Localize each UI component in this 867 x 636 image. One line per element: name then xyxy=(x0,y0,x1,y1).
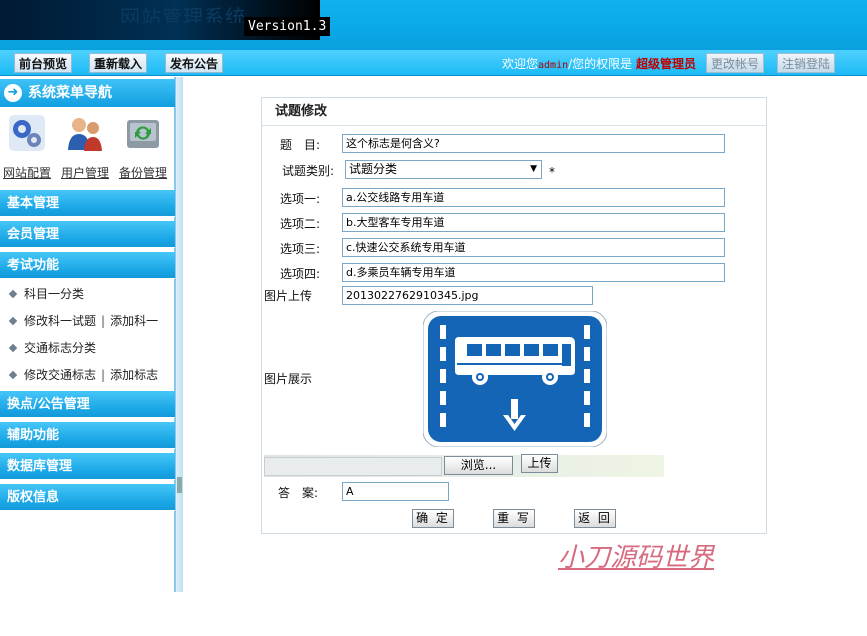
exam-item-category1[interactable]: 科目一分类 xyxy=(8,285,85,302)
back-button[interactable]: 返 回 xyxy=(574,509,616,528)
confirm-button[interactable]: 确 定 xyxy=(412,509,454,528)
welcome-prefix: 欢迎您 xyxy=(502,57,539,71)
exam-item-label: 科目一分类 xyxy=(24,287,85,301)
edit-sign-link[interactable]: 修改交通标志 xyxy=(24,368,96,382)
quick-user-manage[interactable]: 用户管理 xyxy=(60,114,110,181)
reload-button[interactable]: 重新载入 xyxy=(89,53,148,73)
separator: | xyxy=(101,314,106,328)
sidebar-splitter[interactable] xyxy=(175,77,183,592)
file-chooser-field[interactable] xyxy=(264,457,442,476)
quick-label: 用户管理 xyxy=(60,166,109,180)
required-mark: * xyxy=(549,165,555,179)
users-icon xyxy=(68,118,102,151)
question-edit-panel: 试题修改 题 目: 这个标志是何含义? 试题类别: 试题分类 ▼ * 选项一: … xyxy=(261,97,767,534)
splitter-grip[interactable] xyxy=(177,477,182,493)
upload-button[interactable]: 上传 xyxy=(521,454,558,473)
reset-button[interactable]: 重 写 xyxy=(493,509,535,528)
option1-label: 选项一: xyxy=(280,192,321,206)
option3-input[interactable]: c.快速公交系统专用车道 xyxy=(342,238,725,257)
form-title: 试题修改 xyxy=(262,98,766,126)
option3-label: 选项三: xyxy=(280,242,321,256)
question-label: 题 目: xyxy=(280,138,321,152)
section-exam[interactable]: 考试功能 xyxy=(0,252,175,279)
nav-header: ➜ 系统菜单导航 xyxy=(0,79,175,107)
upload-path-input[interactable]: 2013022762910345.jpg xyxy=(342,286,593,305)
exam-item-edit1: 修改科一试题 | 添加科一 xyxy=(8,312,158,329)
diamond-bullet-icon xyxy=(8,316,18,326)
welcome-text: 欢迎您admin/您的权限是 超级管理员 xyxy=(502,55,696,72)
sidebar: ➜ 系统菜单导航 网站配置 用户管理 备份管理 基本管理 会员管理 考试功能 科… xyxy=(0,77,175,592)
section-database[interactable]: 数据库管理 xyxy=(0,453,175,480)
option2-input[interactable]: b.大型客车专用车道 xyxy=(342,213,725,232)
diamond-bullet-icon xyxy=(8,289,18,299)
change-account-button[interactable]: 更改帐号 xyxy=(706,53,765,73)
option2-label: 选项二: xyxy=(280,217,321,231)
answer-label: 答 案: xyxy=(278,486,319,500)
top-toolbar: 前台预览 重新载入 发布公告 欢迎您admin/您的权限是 超级管理员 更改帐号… xyxy=(0,50,867,76)
display-label: 图片展示 xyxy=(264,372,313,386)
arrow-right-icon: ➜ xyxy=(4,84,22,102)
exam-item-edit-sign: 修改交通标志 | 添加标志 xyxy=(8,366,158,383)
logout-button[interactable]: 注销登陆 xyxy=(777,53,836,73)
username: admin xyxy=(538,60,569,71)
option4-label: 选项四: xyxy=(280,267,321,281)
quick-label: 网站配置 xyxy=(2,166,51,180)
add-subject1-link[interactable]: 添加科一 xyxy=(110,314,158,328)
category-select[interactable]: 试题分类 ▼ xyxy=(345,160,542,179)
quick-label: 备份管理 xyxy=(118,166,167,180)
exam-item-sign-category[interactable]: 交通标志分类 xyxy=(8,339,97,356)
category-label: 试题类别: xyxy=(282,164,335,178)
add-sign-link[interactable]: 添加标志 xyxy=(110,368,158,382)
welcome-mid: /您的权限是 xyxy=(568,57,633,71)
site-title: 网站管理系统 xyxy=(120,6,246,23)
section-points-notice[interactable]: 换点/公告管理 xyxy=(0,391,175,418)
category-selected: 试题分类 xyxy=(349,162,398,176)
diamond-bullet-icon xyxy=(8,370,18,380)
section-member[interactable]: 会员管理 xyxy=(0,221,175,248)
exam-item-label: 交通标志分类 xyxy=(24,341,97,355)
main-content: 试题修改 题 目: 这个标志是何含义? 试题类别: 试题分类 ▼ * 选项一: … xyxy=(184,77,867,592)
chevron-down-icon: ▼ xyxy=(530,164,537,174)
separator: | xyxy=(101,368,106,382)
question-input[interactable]: 这个标志是何含义? xyxy=(342,134,725,153)
edit-subject1-link[interactable]: 修改科一试题 xyxy=(24,314,96,328)
backup-icon xyxy=(127,120,159,148)
version-label: Version1.3 xyxy=(244,17,331,36)
upload-label: 图片上传 xyxy=(264,289,313,303)
answer-input[interactable]: A xyxy=(342,482,449,501)
diamond-bullet-icon xyxy=(8,343,18,353)
browse-button[interactable]: 浏览... xyxy=(444,456,513,475)
section-aux[interactable]: 辅助功能 xyxy=(0,422,175,449)
option1-input[interactable]: a.公交线路专用车道 xyxy=(342,188,725,207)
option4-input[interactable]: d.多乘员车辆专用车道 xyxy=(342,263,725,282)
gears-icon xyxy=(9,115,45,151)
section-basic[interactable]: 基本管理 xyxy=(0,190,175,217)
user-role: 超级管理员 xyxy=(636,57,697,71)
top-banner: 网站管理系统 Version1.3 xyxy=(0,0,867,50)
bus-lane-sign-image xyxy=(423,311,607,447)
quick-backup-manage[interactable]: 备份管理 xyxy=(118,114,168,181)
preview-button[interactable]: 前台预览 xyxy=(14,53,73,73)
nav-title: 系统菜单导航 xyxy=(28,85,112,101)
quick-site-config[interactable]: 网站配置 xyxy=(2,114,52,181)
watermark: 小刀源码世界 xyxy=(558,543,715,573)
section-copyright[interactable]: 版权信息 xyxy=(0,484,175,511)
publish-notice-button[interactable]: 发布公告 xyxy=(165,53,224,73)
